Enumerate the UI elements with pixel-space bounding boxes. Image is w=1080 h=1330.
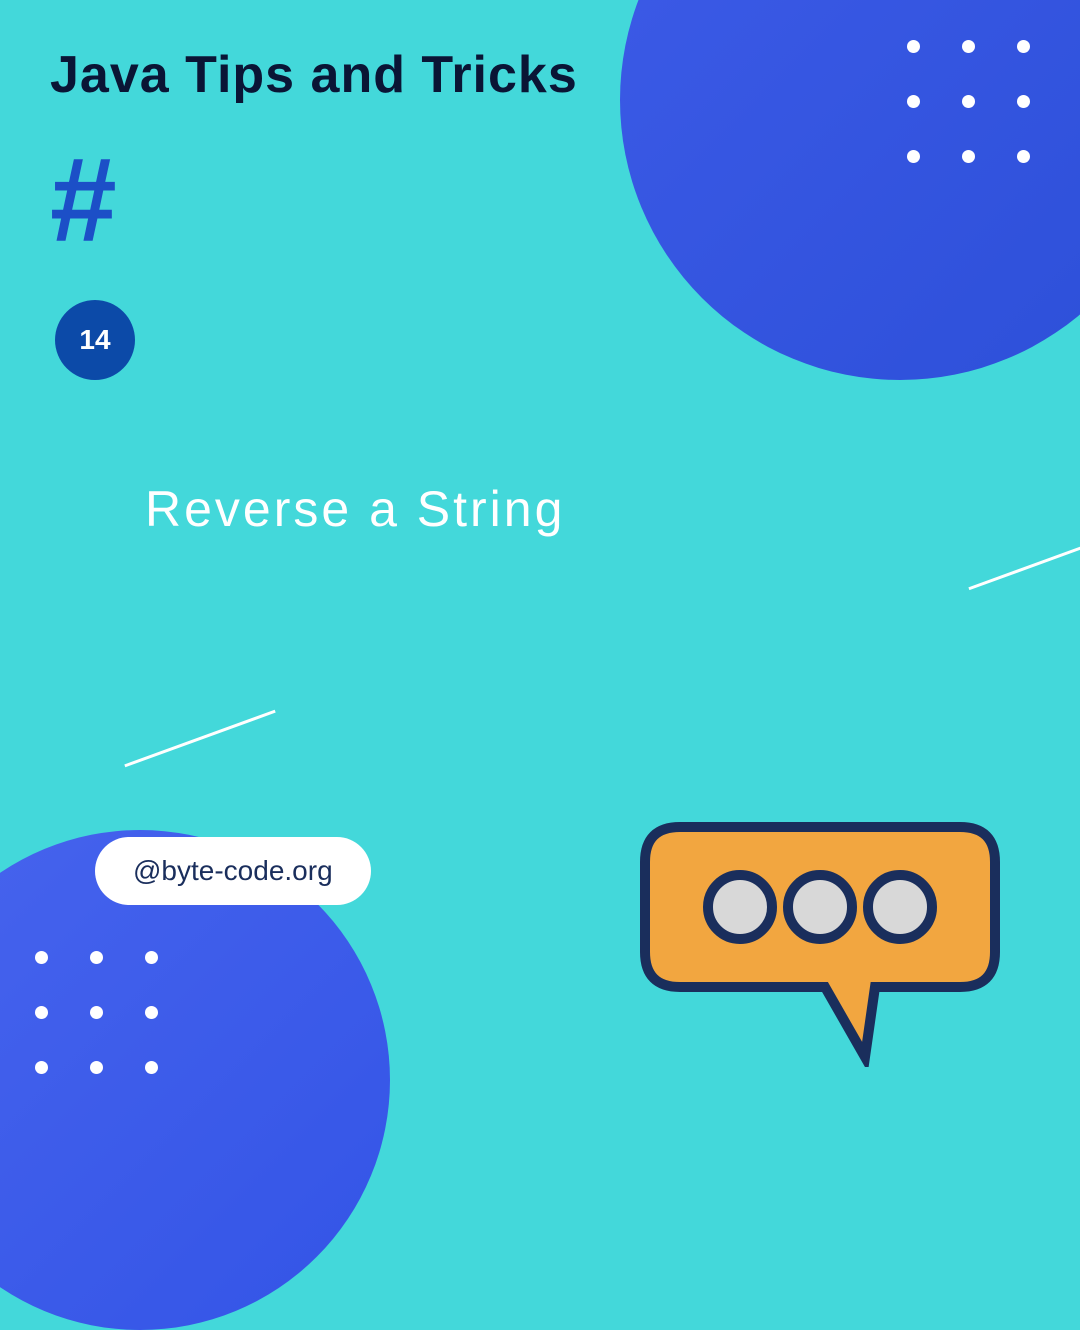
- decorative-dots-top: [907, 40, 1030, 163]
- tip-number-badge: 14: [55, 300, 135, 380]
- dot: [1017, 40, 1030, 53]
- tip-title: Reverse a String: [145, 480, 565, 538]
- decorative-line: [124, 710, 275, 768]
- dot: [35, 951, 48, 964]
- dot: [962, 40, 975, 53]
- decorative-dots-bottom: [35, 951, 158, 1074]
- page-title: Java Tips and Tricks: [50, 45, 578, 105]
- dot: [907, 40, 920, 53]
- dot: [1017, 95, 1030, 108]
- dot: [962, 150, 975, 163]
- tip-number: 14: [79, 324, 110, 356]
- hash-icon: #: [50, 140, 117, 260]
- dot: [962, 95, 975, 108]
- dot: [145, 1006, 158, 1019]
- dot: [35, 1061, 48, 1074]
- dot: [907, 95, 920, 108]
- dot: [90, 951, 103, 964]
- dot: [90, 1061, 103, 1074]
- dot: [145, 951, 158, 964]
- dot: [35, 1006, 48, 1019]
- decorative-line: [968, 543, 1080, 590]
- dot: [907, 150, 920, 163]
- decorative-bottom-circle: [0, 830, 390, 1330]
- handle-badge: @byte-code.org: [95, 837, 371, 905]
- dot: [90, 1006, 103, 1019]
- handle-text: @byte-code.org: [133, 855, 333, 886]
- dot: [145, 1061, 158, 1074]
- speech-bubble-icon: [640, 807, 1000, 1072]
- dot: [1017, 150, 1030, 163]
